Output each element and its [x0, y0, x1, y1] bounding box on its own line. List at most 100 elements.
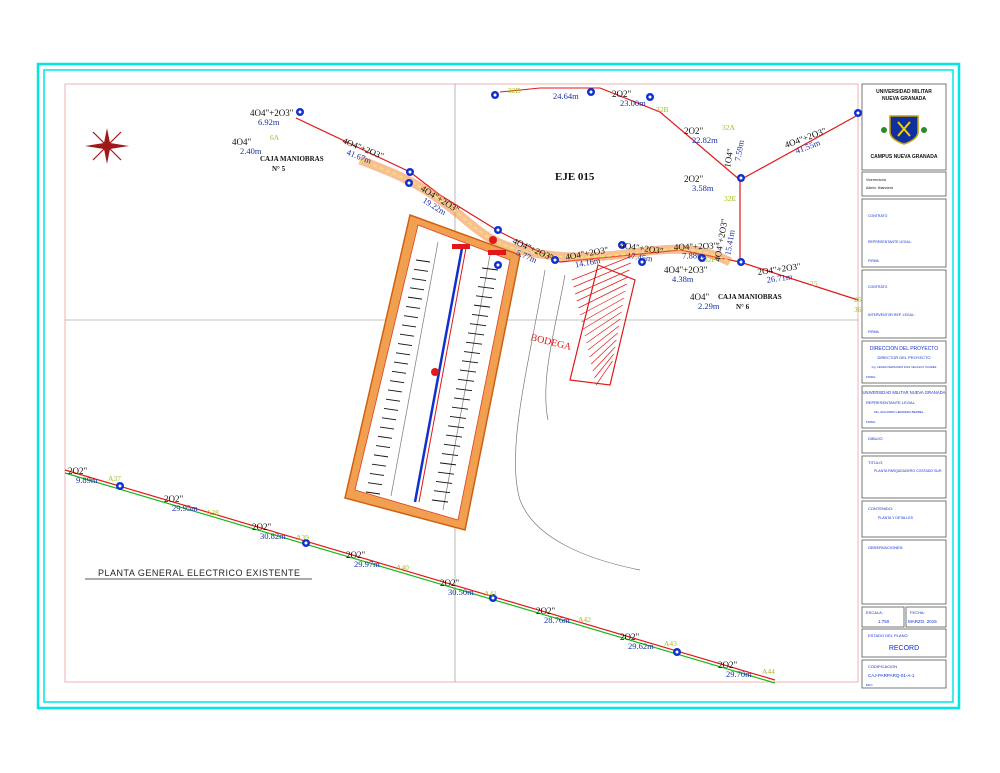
- cable-length: 30.50m: [448, 587, 474, 597]
- bodega-hatch-line: [581, 297, 625, 323]
- outer-frame: [36, 62, 961, 710]
- node-label: 32F: [704, 255, 716, 264]
- node-label: A43: [664, 639, 677, 648]
- cable-length: 29.70m: [726, 669, 752, 679]
- cable-label: 2O4"+2O3"26.71m: [757, 261, 802, 285]
- cable-label: 2O2"29.62m: [620, 632, 654, 651]
- cable-length: 28.76m: [544, 615, 570, 625]
- cable-label: 2O2"22.82m: [684, 126, 718, 145]
- tb-contenido: PLANTA Y DETALLES: [878, 516, 914, 520]
- electric-node-center: [589, 90, 593, 94]
- tb-codigo: CAJ-PARPARQ-01-A-1: [868, 673, 915, 678]
- tb-direccion: DIRECCION DEL PROYECTO: [870, 346, 938, 352]
- bodega-hatch-line: [576, 276, 629, 302]
- electric-node-center: [407, 181, 411, 185]
- cable-label: 4O4"+2O3"41.55m: [783, 126, 828, 156]
- cable-length: 30.82m: [260, 531, 286, 541]
- tb-fecha: MARZO. 2015: [908, 619, 937, 624]
- road-edge: [515, 269, 641, 571]
- tb-firma1: FIRMA: [868, 259, 880, 263]
- cable-length: 29.95m: [172, 503, 198, 513]
- node-label: A39: [296, 533, 309, 542]
- cable-label: 4O4"2.40m: [232, 137, 262, 156]
- drawing-sheet: BODEGA EJE 015 CAJA MANIOBRAS N° 5 CAJA …: [36, 62, 961, 710]
- electric-node-center: [739, 260, 743, 264]
- cable-length: 3.58m: [692, 183, 714, 193]
- tb-firma3: FIRMA: [866, 375, 875, 379]
- electric-node-center: [493, 93, 497, 97]
- cable-length: 6.92m: [258, 117, 280, 127]
- cable-length: 29.62m: [628, 641, 654, 651]
- tb-escala: 1:750: [878, 619, 890, 624]
- cable-label: 2O2"3.58m: [684, 174, 714, 193]
- node-label: 25: [810, 279, 818, 288]
- cable-length: 7.88m: [682, 250, 704, 261]
- tb-line1: Vicerrectoría: [866, 178, 886, 182]
- cable-label: 2O2"28.76m: [536, 606, 570, 625]
- caja6-title: CAJA MANIOBRAS: [718, 293, 782, 301]
- tb-rep-legal2: REPRESENTANTE LEGAL: [866, 400, 916, 405]
- caja5-title: CAJA MANIOBRAS: [260, 155, 324, 163]
- tb-rep-name: MG. EDUARDO HERRERA BERBEL: [874, 410, 924, 414]
- cable-length: 2.29m: [698, 301, 720, 311]
- cable-length: 23.00m: [620, 98, 646, 108]
- parking-sign: [488, 250, 506, 255]
- node-label: A41: [484, 589, 497, 598]
- bodega-building: BODEGA: [529, 255, 636, 386]
- node-label: A38: [206, 508, 219, 517]
- tb-umng: UNIVERSIDAD MILITAR NUEVA GRANADA: [863, 390, 946, 395]
- cable-label: 4O4"+2O3"4.38m: [664, 265, 708, 284]
- campus-name: CAMPUS NUEVA GRANADA: [871, 154, 938, 160]
- tb-line2: Admin. financiera: [866, 186, 893, 190]
- electric-node-center: [496, 228, 500, 232]
- bodega-hatch-line: [586, 318, 621, 344]
- university-name: UNIVERSIDAD MILITAR: [876, 89, 932, 95]
- tb-escala-label: ESCALA:: [866, 610, 883, 615]
- tb-firma2: FIRMA: [868, 330, 880, 334]
- node-label: 32A: [722, 123, 736, 132]
- electric-node-center: [739, 176, 743, 180]
- cable-length: 29.97m: [354, 559, 380, 569]
- tb-contratista2: CONTRATO: [868, 285, 888, 289]
- tb-dibujo: DIBUJO: [868, 436, 883, 441]
- cable-label: 2O2"9.89m: [68, 466, 98, 485]
- university-shield-icon: [881, 115, 927, 145]
- cable-label: 4O4"+2O3"19.22m: [419, 183, 461, 217]
- cable-length: 9.89m: [76, 475, 98, 485]
- tb-firma4: FIRMA: [866, 420, 875, 424]
- node-label: 26: [854, 295, 862, 304]
- bodega-label: BODEGA: [529, 332, 573, 353]
- tb-fecha-label: FECHA:: [910, 610, 925, 615]
- cable-label: 2O2"23.00m: [612, 89, 646, 108]
- cable-label: 24.64m: [553, 91, 579, 101]
- tb-titulo-label: TITULO:: [868, 460, 883, 465]
- electric-node-center: [553, 258, 557, 262]
- parking-marker: [431, 368, 439, 376]
- parking-lot: [344, 214, 521, 531]
- parking-sign: [452, 244, 470, 249]
- electric-node-center: [648, 95, 652, 99]
- cable-length: 2.40m: [240, 146, 262, 156]
- node-label: A40: [396, 563, 409, 572]
- inner-frame: [43, 69, 954, 703]
- university-name2: NUEVA GRANADA: [882, 96, 926, 102]
- tb-interventor: INTERVENTOR REP. LEGAL:: [868, 313, 915, 317]
- tb-contratista: CONTRATO: [868, 214, 888, 218]
- electric-node-center: [118, 484, 122, 488]
- cable-length: 4.38m: [672, 274, 694, 284]
- bodega-hatch-line: [583, 304, 624, 330]
- tb-contenido-label: CONTENIDO:: [868, 506, 893, 511]
- node-label: 32B: [656, 105, 669, 114]
- cable-label: 4O4"2.29m: [690, 292, 720, 311]
- title-block: UNIVERSIDAD MILITAR NUEVA GRANADA CAMPUS…: [861, 83, 947, 689]
- bodega-hatch-line: [584, 311, 622, 337]
- bodega-hatch-line: [589, 332, 618, 358]
- tb-director-name: Ing. CESAR FERNANDO DIAZ VELASCO SUAREZ: [872, 365, 937, 369]
- node-label: 36: [854, 305, 862, 314]
- cable-length: 7.59m: [732, 139, 746, 162]
- cable-label: 2O2"30.82m: [252, 522, 286, 541]
- electric-node-center: [408, 170, 412, 174]
- tb-rep-legal: REPRESENTANTE LEGAL:: [868, 240, 912, 244]
- tb-estado-label: ESTADO DEL PLANO: [868, 633, 908, 638]
- bodega-hatch-line: [578, 283, 627, 309]
